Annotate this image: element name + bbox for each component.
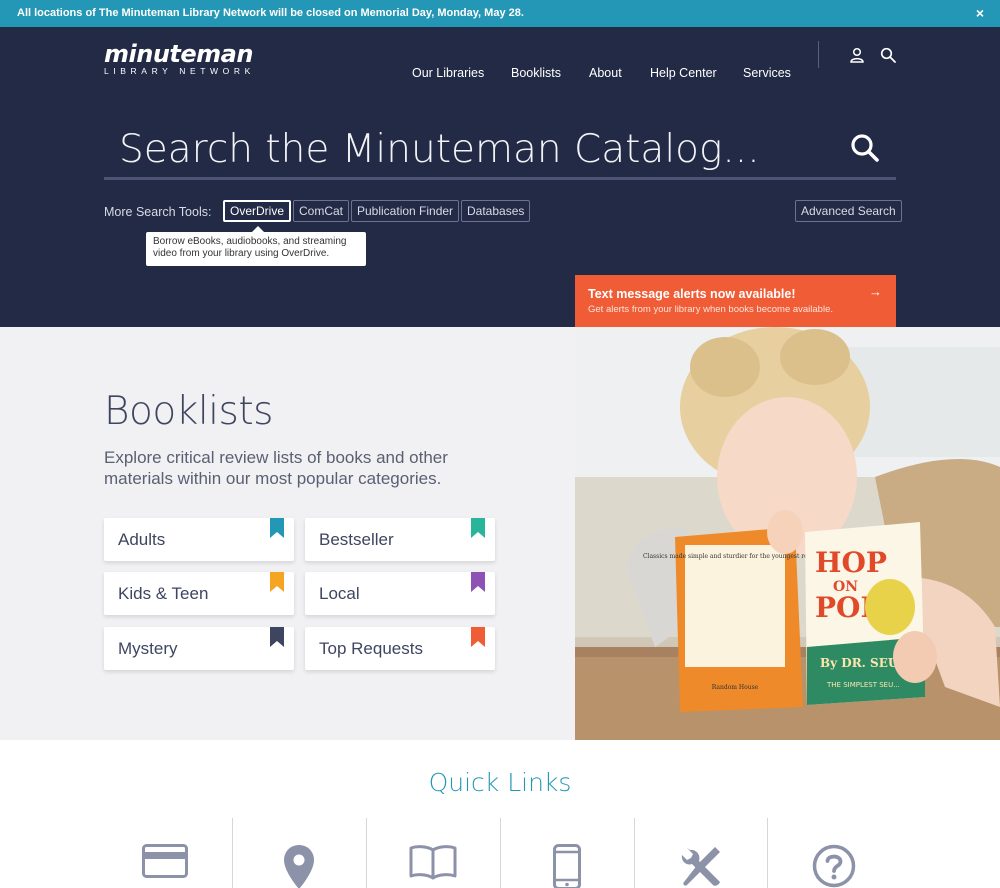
advanced-search-button[interactable]: Advanced Search	[795, 200, 902, 222]
nav-about[interactable]: About	[589, 66, 622, 80]
booklist-card-mystery[interactable]: Mystery	[104, 627, 294, 670]
open-book-icon	[409, 845, 457, 880]
booklist-card-label: Top Requests	[319, 639, 423, 658]
booklist-card-label: Adults	[118, 530, 166, 549]
bookmark-icon	[270, 627, 284, 647]
booklist-card-kids-teen[interactable]: Kids & Teen	[104, 572, 294, 615]
search-icon[interactable]	[880, 47, 896, 63]
bookmark-icon	[270, 572, 284, 592]
quick-link-mobile-app[interactable]	[500, 818, 634, 888]
tool-databases[interactable]: Databases	[461, 200, 531, 222]
booklist-card-adults[interactable]: Adults	[104, 518, 294, 561]
sms-alerts-banner[interactable]: Text message alerts now available! Get a…	[575, 275, 896, 327]
booklist-card-local[interactable]: Local	[305, 572, 495, 615]
nav-services[interactable]: Services	[743, 66, 791, 80]
hero-header: minuteman LIBRARY NETWORK Our Libraries …	[0, 27, 1000, 327]
bookmark-icon	[471, 518, 485, 538]
booklist-card-label: Local	[319, 584, 360, 603]
overdrive-tooltip: Borrow eBooks, audiobooks, and streaming…	[146, 226, 366, 266]
sms-banner-subtitle: Get alerts from your library when books …	[588, 304, 834, 315]
catalog-search-input[interactable]	[104, 120, 824, 178]
announcement-text: All locations of The Minuteman Library N…	[17, 7, 524, 19]
girl-reading-illustration: Classics made simple and sturdier for th…	[575, 327, 1000, 740]
logo-subtitle: LIBRARY NETWORK	[104, 66, 255, 76]
library-card-icon	[142, 844, 188, 878]
booklist-card-bestseller[interactable]: Bestseller	[305, 518, 495, 561]
quick-link-services[interactable]	[634, 818, 768, 888]
book-title-hop: HOP	[815, 546, 887, 579]
site-logo[interactable]: minuteman LIBRARY NETWORK	[104, 41, 255, 76]
tool-comcat[interactable]: ComCat	[293, 200, 350, 222]
booklist-card-label: Kids & Teen	[118, 584, 209, 603]
close-icon[interactable]: ×	[976, 0, 984, 27]
nav-our-libraries[interactable]: Our Libraries	[412, 66, 484, 80]
logo-wordmark: minuteman	[104, 40, 253, 68]
help-question-icon	[812, 844, 856, 888]
bookmark-icon	[471, 572, 485, 592]
quick-link-help[interactable]	[767, 818, 901, 888]
book-publisher: Random House	[712, 684, 759, 691]
quick-links-title: Quick Links	[428, 768, 572, 797]
booklists-title: Booklists	[104, 389, 273, 434]
catalog-search-button[interactable]	[850, 133, 880, 163]
location-pin-icon	[284, 845, 314, 888]
bookmark-icon	[471, 627, 485, 647]
tools-icon	[681, 847, 720, 886]
quick-link-library-card[interactable]	[98, 818, 232, 888]
arrow-right-icon: →	[869, 284, 882, 299]
nav-divider	[818, 41, 819, 68]
sms-banner-title: Text message alerts now available!	[588, 287, 796, 301]
user-icon[interactable]	[849, 47, 865, 63]
tool-publication-finder[interactable]: Publication Finder	[351, 200, 460, 222]
booklists-description: Explore critical review lists of books a…	[104, 448, 448, 488]
booklist-card-top-requests[interactable]: Top Requests	[305, 627, 495, 670]
booklists-section: Booklists Explore critical review lists …	[0, 327, 575, 740]
announcement-bar: All locations of The Minuteman Library N…	[0, 0, 1000, 27]
bookmark-icon	[270, 518, 284, 538]
booklist-card-label: Bestseller	[319, 530, 394, 549]
mobile-phone-icon	[553, 844, 581, 888]
quick-link-catalog[interactable]	[366, 818, 500, 888]
book-back-heading: Classics made simple and sturdier for th…	[643, 553, 827, 560]
nav-help-center[interactable]: Help Center	[650, 66, 717, 80]
book-tagline: THE SIMPLEST SEU...	[826, 681, 900, 689]
tool-overdrive[interactable]: OverDrive	[223, 200, 292, 222]
catalog-search	[104, 120, 896, 180]
more-search-tools-label: More Search Tools:	[104, 205, 212, 219]
booklists-hero-photo: Classics made simple and sturdier for th…	[575, 327, 1000, 740]
nav-booklists[interactable]: Booklists	[511, 66, 561, 80]
quick-link-locations[interactable]	[232, 818, 366, 888]
booklist-card-label: Mystery	[118, 639, 178, 658]
